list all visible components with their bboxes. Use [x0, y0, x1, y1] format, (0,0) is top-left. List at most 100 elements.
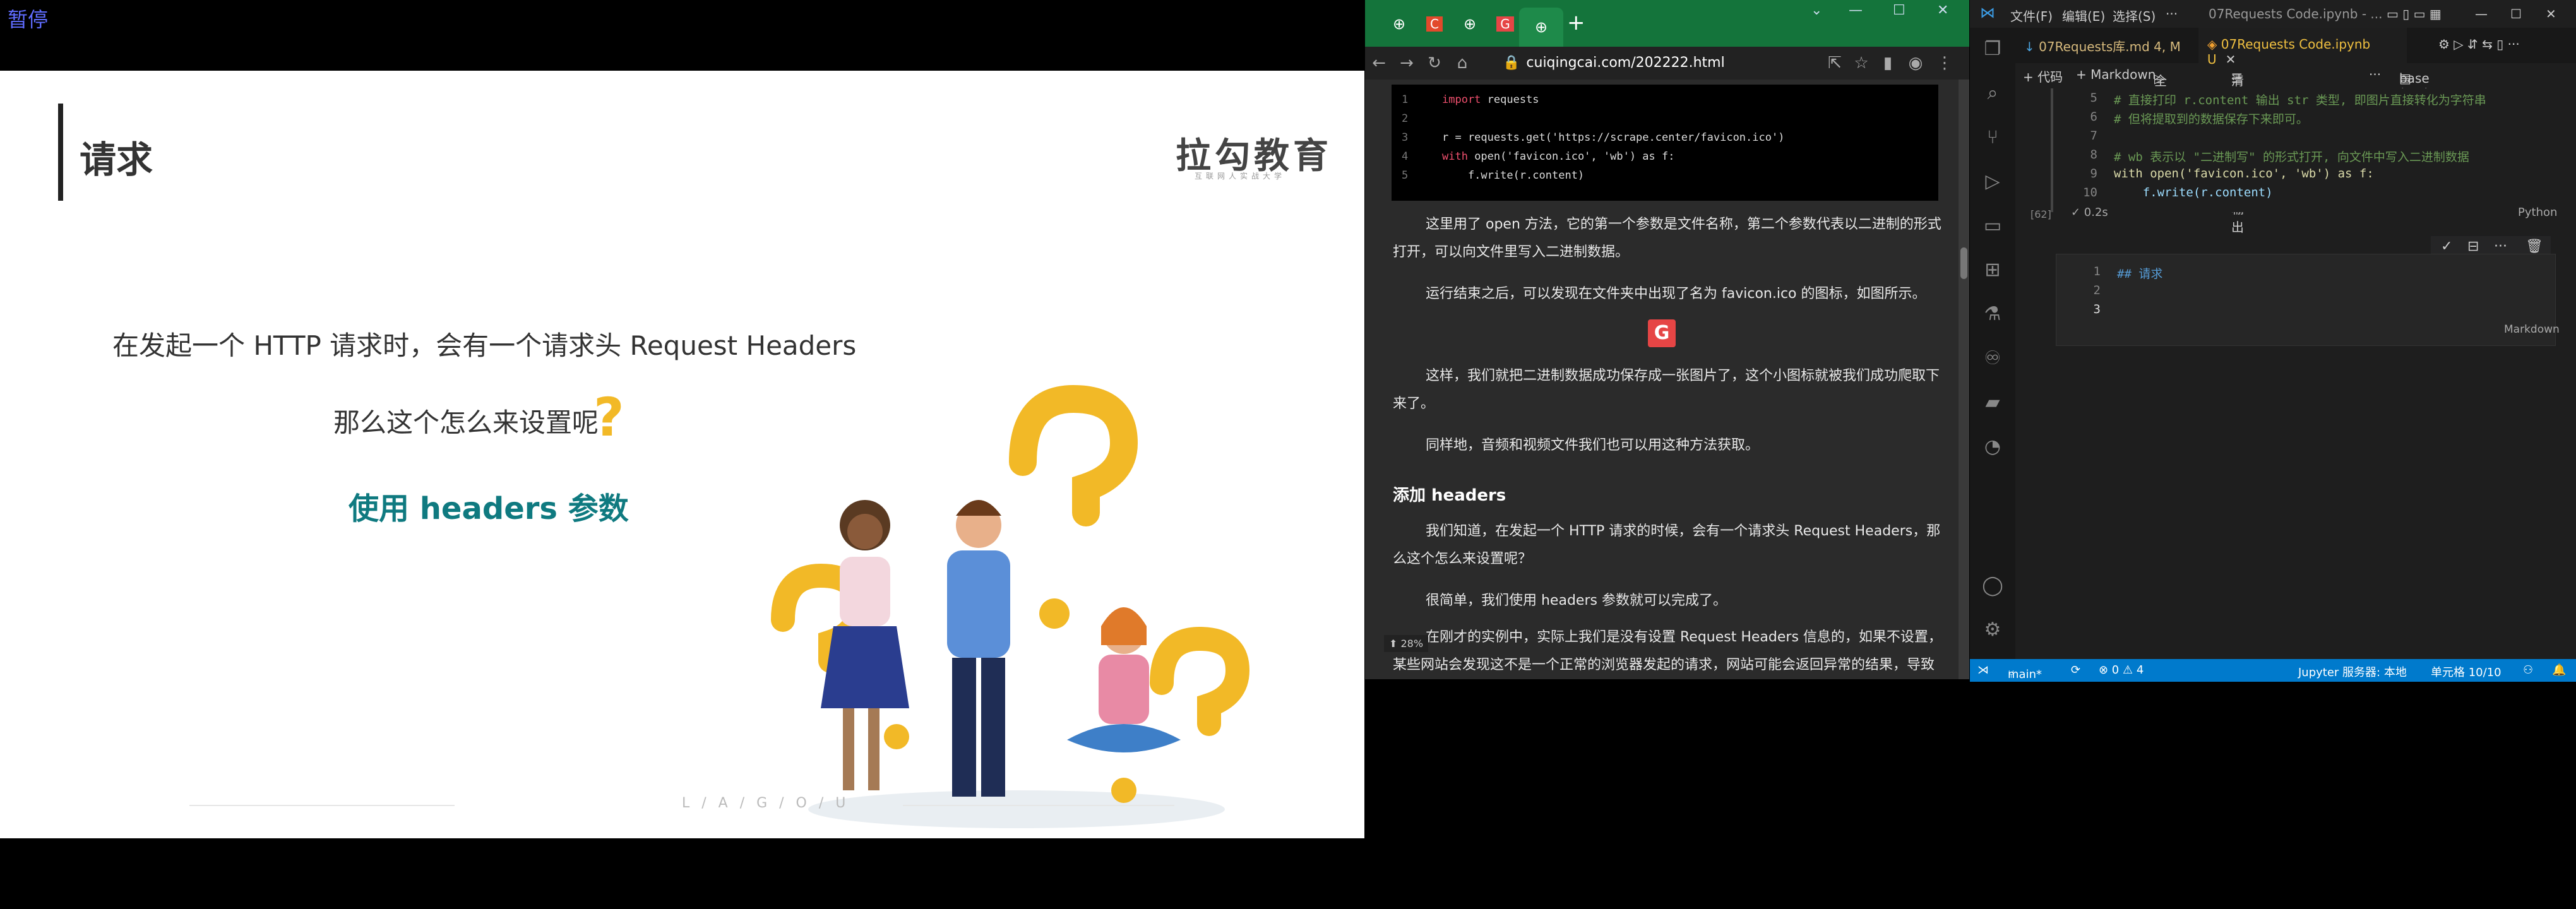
desktop: 暂停 请求 拉勾教育 互联网人实战大学 在发起一个 HTTP 请求时，会有一个请… [0, 0, 2576, 909]
footer-letters: L / A / G / O / U [682, 795, 850, 811]
section-heading: 添加 headers [1393, 486, 1506, 505]
minimize-icon[interactable]: — [1849, 3, 1863, 18]
globe-icon: ⊕ [1463, 15, 1477, 33]
sidebar-icon[interactable]: ▮ [1874, 54, 1902, 73]
maximize-icon[interactable]: ☐ [2510, 6, 2522, 21]
jupyter-server-status[interactable]: Jupyter 服务器: 本地 [2298, 663, 2407, 680]
home-icon[interactable]: ⌂ [1448, 54, 1476, 73]
notification-bell-icon[interactable]: 🔔 [2552, 663, 2566, 677]
back-icon[interactable]: ← [1365, 54, 1393, 73]
search-icon[interactable]: ⌕ [1981, 82, 2004, 105]
run-debug-icon[interactable]: ▷ [1981, 170, 2004, 193]
tab-globe-1[interactable]: ⊕ [1384, 10, 1414, 38]
vscode-logo-icon: ⋈ [1980, 4, 1995, 21]
code-line: 10 f.write(r.content) [2053, 186, 2533, 205]
share-icon[interactable]: ⇱ [1821, 54, 1849, 73]
editor-tabs: ↓ 07Requests库.md 4, M ◈ 07Requests Code.… [2015, 28, 2576, 67]
check-icon[interactable]: ✓ [2441, 239, 2452, 254]
branch-label: main* [2008, 668, 2042, 681]
add-code-button[interactable]: + 代码 [2023, 67, 2063, 85]
remote-explorer-icon[interactable]: ▭ [1981, 215, 2004, 237]
code-line: 4 with open('favicon.ico', 'wb') as f: [1392, 150, 1938, 169]
layout-icon[interactable]: ▭ ▯ ▭ ▦ [2387, 6, 2442, 21]
settings-gear-icon[interactable]: ⚙ [1981, 619, 2004, 641]
tab-requests-ipynb[interactable]: ◈ 07Requests Code.ipynb U ✕ [2198, 28, 2407, 67]
article-paragraph: 这里用了 open 方法，它的第一个参数是文件名称，第二个参数代表以二进制的形式… [1393, 217, 1941, 260]
zoom-indicator[interactable]: ⬆ 28% [1384, 635, 1429, 652]
split-cell-icon[interactable]: ⊟ [2467, 239, 2479, 254]
add-markdown-button[interactable]: + Markdown [2076, 67, 2156, 82]
tab-globe-2[interactable]: ⊕ [1455, 10, 1485, 38]
code-text: f.write(r.content) [1442, 169, 1585, 182]
code-line: 6 # 但将提取到的数据保存下来即可。 [2053, 110, 2533, 129]
zoom-label: 28% [1400, 638, 1424, 650]
editor-actions[interactable]: ⚙ ▷ ⇵ ⇆ ▯ ··· [2438, 37, 2520, 52]
code-rest: requests [1481, 93, 1539, 106]
notebook-file-icon: ◈ [2207, 37, 2221, 52]
sync-icon[interactable]: ⟳ [2071, 663, 2080, 677]
tab-g-site[interactable]: G [1490, 10, 1520, 38]
problems-status[interactable]: ⊗ 0 ⚠ 4 [2099, 663, 2144, 677]
pause-label[interactable]: 暂停 [8, 4, 48, 33]
people-question-illustration [771, 384, 1250, 828]
timeline-icon[interactable]: ◔ [1981, 436, 2004, 458]
cell-language-label[interactable]: Markdown [2504, 323, 2560, 336]
vscode-titlebar: ⋈ 文件(F) 编辑(E) 选择(S) ··· 07Requests Code.… [1970, 0, 2576, 28]
code-text: # wb 表示以 "二进制写" 的形式打开, 向文件中写入二进制数据 [2114, 150, 2469, 164]
browser-tab-strip: ⊕ C ⊕ G ⊕ + ⌄ — ☐ ✕ [1365, 0, 1969, 47]
title-accent-bar [58, 104, 63, 201]
close-icon[interactable]: ✕ [2546, 6, 2556, 21]
maximize-icon[interactable]: ☐ [1893, 3, 1905, 18]
slide-title: 请求 [80, 138, 153, 181]
status-bar: ⋊ ⑂ main* ⟳ ⊗ 0 ⚠ 4 Jupyter 服务器: 本地 单元格 … [1970, 659, 2576, 682]
scrollbar-thumb[interactable] [1960, 247, 1967, 279]
reload-icon[interactable]: ↻ [1421, 54, 1448, 73]
account-icon[interactable]: ◯ [1981, 574, 2004, 597]
folder-icon[interactable]: ▰ [1981, 391, 2004, 414]
more-icon[interactable]: ··· [2494, 239, 2507, 254]
line-number: 2 [2093, 283, 2101, 297]
code-text: r = requests.get('https://scrape.center/… [1442, 131, 1785, 144]
cell-language-label[interactable]: Python [2518, 206, 2557, 219]
cell-position-status[interactable]: 单元格 10/10 [2431, 663, 2501, 680]
code-line: 3 r = requests.get('https://scrape.center… [1392, 131, 1938, 150]
line-number: 1 [2093, 264, 2101, 278]
delete-icon[interactable]: 🗑 [2525, 239, 2543, 254]
line-number: 8 [2090, 148, 2097, 162]
line-number: 1 [1402, 93, 1409, 106]
feedback-icon[interactable]: ⚇ [2523, 663, 2533, 677]
page-scrollbar[interactable] [1959, 80, 1969, 679]
line-number: 6 [2090, 110, 2097, 124]
tab-active[interactable]: ⊕ [1519, 8, 1563, 47]
menu-selection[interactable]: 选择(S) [2113, 6, 2156, 25]
tab-requests-md[interactable]: ↓ 07Requests库.md 4, M [2015, 28, 2192, 63]
new-tab-button[interactable]: + [1567, 10, 1585, 35]
markdown-file-icon: ↓ [2024, 39, 2039, 54]
tab-c-site[interactable]: C [1419, 10, 1450, 38]
close-icon[interactable]: ✕ [1937, 3, 1948, 18]
explorer-icon[interactable]: ❐ [1981, 38, 2004, 61]
profile-avatar[interactable]: ◉ [1902, 54, 1929, 73]
markdown-cell[interactable]: 1 ## 请求 2 3 [2056, 254, 2556, 346]
bookmark-star-icon[interactable]: ☆ [1847, 54, 1875, 73]
tab-search-icon[interactable]: ⌄ [1811, 3, 1822, 18]
menu-kebab-icon[interactable]: ⋮ [1931, 54, 1959, 73]
python-icon[interactable]: ♾ [1981, 347, 2004, 370]
minimize-icon[interactable]: — [2475, 6, 2488, 21]
menu-edit[interactable]: 编辑(E) [2062, 6, 2105, 25]
globe-icon: ⊕ [1534, 18, 1548, 36]
remote-icon[interactable]: ⋊ [1977, 663, 1989, 677]
address-bar: ← → ↻ ⌂ 🔒 cuiqingcai.com/202222.html ⇱ ☆ … [1365, 47, 1969, 80]
line-number: 3 [2093, 302, 2101, 316]
testing-icon[interactable]: ⚗ [1981, 303, 2004, 326]
source-control-icon[interactable]: ⑂ [1981, 126, 2004, 149]
line-number: 3 [1402, 131, 1409, 144]
code-cell[interactable]: 5 # 直接打印 r.content 输出 str 类型, 即图片直接转化为字符串… [2051, 88, 2556, 212]
menu-file[interactable]: 文件(F) [2010, 6, 2053, 25]
extensions-icon[interactable]: ⊞ [1981, 259, 2004, 282]
code-line: 2 [2056, 283, 2536, 302]
page-content: 1 import requests 2 3 r = requests.get('ht… [1365, 80, 1959, 679]
forward-icon[interactable]: → [1393, 54, 1421, 73]
toolbar-more-button[interactable]: ··· [2369, 67, 2381, 82]
menu-more[interactable]: ··· [2166, 6, 2178, 21]
